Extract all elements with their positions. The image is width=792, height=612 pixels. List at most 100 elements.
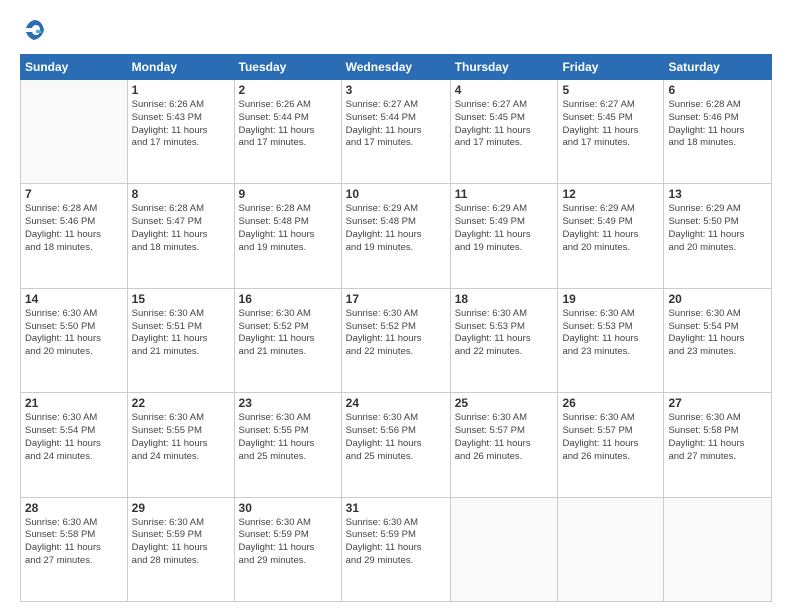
day-number: 20 [668,292,767,306]
table-row: 1 Sunrise: 6:26 AM Sunset: 5:43 PM Daylig… [127,80,234,184]
day-number: 8 [132,187,230,201]
day-info: Sunrise: 6:30 AM Sunset: 5:52 PM Dayligh… [239,308,337,359]
day-number: 26 [562,396,659,410]
day-info: Sunrise: 6:30 AM Sunset: 5:56 PM Dayligh… [346,412,446,463]
day-info: Sunrise: 6:28 AM Sunset: 5:47 PM Dayligh… [132,203,230,254]
table-row: 7 Sunrise: 6:28 AM Sunset: 5:46 PM Daylig… [21,184,128,288]
day-number: 24 [346,396,446,410]
day-info: Sunrise: 6:30 AM Sunset: 5:57 PM Dayligh… [562,412,659,463]
calendar-header: SundayMondayTuesdayWednesdayThursdayFrid… [21,55,772,80]
day-info: Sunrise: 6:30 AM Sunset: 5:53 PM Dayligh… [455,308,554,359]
day-number: 28 [25,501,123,515]
day-info: Sunrise: 6:30 AM Sunset: 5:54 PM Dayligh… [25,412,123,463]
table-row: 9Sunrise: 6:28 AM Sunset: 5:48 PM Daylig… [234,184,341,288]
day-info: Sunrise: 6:28 AM Sunset: 5:48 PM Dayligh… [239,203,337,254]
day-number: 12 [562,187,659,201]
table-row: 23 Sunrise: 6:30 AM Sunset: 5:55 PM Dayli… [234,393,341,497]
table-row: 30 Sunrise: 6:30 AM Sunset: 5:59 PM Dayli… [234,497,341,601]
weekday-header-friday: Friday [558,55,664,80]
table-row: 31Sunrise: 6:30 AM Sunset: 5:59 PM Dayli… [341,497,450,601]
logo-icon [20,16,48,44]
day-info: Sunrise: 6:28 AM Sunset: 5:46 PM Dayligh… [25,203,123,254]
table-row: 16 Sunrise: 6:30 AM Sunset: 5:52 PM Dayli… [234,288,341,392]
day-info: Sunrise: 6:30 AM Sunset: 5:58 PM Dayligh… [25,517,123,568]
table-row: 13Sunrise: 6:29 AM Sunset: 5:50 PM Dayli… [664,184,772,288]
day-number: 2 [239,83,337,97]
day-number: 23 [239,396,337,410]
day-info: Sunrise: 6:26 AM Sunset: 5:43 PM Dayligh… [132,99,230,150]
day-number: 5 [562,83,659,97]
day-info: Sunrise: 6:29 AM Sunset: 5:48 PM Dayligh… [346,203,446,254]
day-info: Sunrise: 6:26 AM Sunset: 5:44 PM Dayligh… [239,99,337,150]
table-row: 19 Sunrise: 6:30 AM Sunset: 5:53 PM Dayli… [558,288,664,392]
calendar-week-2: 14Sunrise: 6:30 AM Sunset: 5:50 PM Dayli… [21,288,772,392]
day-info: Sunrise: 6:30 AM Sunset: 5:54 PM Dayligh… [668,308,767,359]
calendar-week-4: 28 Sunrise: 6:30 AM Sunset: 5:58 PM Dayli… [21,497,772,601]
header [20,16,772,44]
day-info: Sunrise: 6:28 AM Sunset: 5:46 PM Dayligh… [668,99,767,150]
day-info: Sunrise: 6:29 AM Sunset: 5:49 PM Dayligh… [455,203,554,254]
day-number: 3 [346,83,446,97]
table-row: 10 Sunrise: 6:29 AM Sunset: 5:48 PM Dayli… [341,184,450,288]
table-row: 21 Sunrise: 6:30 AM Sunset: 5:54 PM Dayli… [21,393,128,497]
calendar-week-0: 1 Sunrise: 6:26 AM Sunset: 5:43 PM Daylig… [21,80,772,184]
day-info: Sunrise: 6:30 AM Sunset: 5:59 PM Dayligh… [132,517,230,568]
calendar-week-1: 7 Sunrise: 6:28 AM Sunset: 5:46 PM Daylig… [21,184,772,288]
day-info: Sunrise: 6:27 AM Sunset: 5:45 PM Dayligh… [455,99,554,150]
table-row: 12 Sunrise: 6:29 AM Sunset: 5:49 PM Dayli… [558,184,664,288]
day-number: 1 [132,83,230,97]
table-row: 28 Sunrise: 6:30 AM Sunset: 5:58 PM Dayli… [21,497,128,601]
day-info: Sunrise: 6:30 AM Sunset: 5:53 PM Dayligh… [562,308,659,359]
table-row: 5 Sunrise: 6:27 AM Sunset: 5:45 PM Daylig… [558,80,664,184]
table-row: 15Sunrise: 6:30 AM Sunset: 5:51 PM Dayli… [127,288,234,392]
table-row: 24 Sunrise: 6:30 AM Sunset: 5:56 PM Dayli… [341,393,450,497]
weekday-header-thursday: Thursday [450,55,558,80]
logo [20,16,54,44]
day-number: 4 [455,83,554,97]
table-row [664,497,772,601]
weekday-header-monday: Monday [127,55,234,80]
day-number: 16 [239,292,337,306]
day-info: Sunrise: 6:30 AM Sunset: 5:55 PM Dayligh… [132,412,230,463]
day-number: 11 [455,187,554,201]
table-row: 3 Sunrise: 6:27 AM Sunset: 5:44 PM Daylig… [341,80,450,184]
day-info: Sunrise: 6:29 AM Sunset: 5:49 PM Dayligh… [562,203,659,254]
table-row [558,497,664,601]
table-row: 2 Sunrise: 6:26 AM Sunset: 5:44 PM Daylig… [234,80,341,184]
day-info: Sunrise: 6:30 AM Sunset: 5:55 PM Dayligh… [239,412,337,463]
weekday-header-wednesday: Wednesday [341,55,450,80]
calendar: SundayMondayTuesdayWednesdayThursdayFrid… [20,54,772,602]
day-number: 27 [668,396,767,410]
day-number: 29 [132,501,230,515]
table-row: 25Sunrise: 6:30 AM Sunset: 5:57 PM Dayli… [450,393,558,497]
table-row: 14Sunrise: 6:30 AM Sunset: 5:50 PM Dayli… [21,288,128,392]
calendar-week-3: 21 Sunrise: 6:30 AM Sunset: 5:54 PM Dayli… [21,393,772,497]
table-row: 4 Sunrise: 6:27 AM Sunset: 5:45 PM Daylig… [450,80,558,184]
table-row: 20 Sunrise: 6:30 AM Sunset: 5:54 PM Dayli… [664,288,772,392]
weekday-header-tuesday: Tuesday [234,55,341,80]
day-number: 7 [25,187,123,201]
day-number: 30 [239,501,337,515]
day-number: 21 [25,396,123,410]
calendar-body: 1 Sunrise: 6:26 AM Sunset: 5:43 PM Daylig… [21,80,772,602]
day-info: Sunrise: 6:30 AM Sunset: 5:59 PM Dayligh… [239,517,337,568]
day-number: 18 [455,292,554,306]
table-row [21,80,128,184]
day-info: Sunrise: 6:27 AM Sunset: 5:44 PM Dayligh… [346,99,446,150]
day-number: 19 [562,292,659,306]
table-row: 18 Sunrise: 6:30 AM Sunset: 5:53 PM Dayli… [450,288,558,392]
table-row: 6Sunrise: 6:28 AM Sunset: 5:46 PM Daylig… [664,80,772,184]
day-info: Sunrise: 6:30 AM Sunset: 5:50 PM Dayligh… [25,308,123,359]
day-info: Sunrise: 6:30 AM Sunset: 5:57 PM Dayligh… [455,412,554,463]
table-row: 11 Sunrise: 6:29 AM Sunset: 5:49 PM Dayli… [450,184,558,288]
page: SundayMondayTuesdayWednesdayThursdayFrid… [0,0,792,612]
weekday-header-sunday: Sunday [21,55,128,80]
day-info: Sunrise: 6:30 AM Sunset: 5:59 PM Dayligh… [346,517,446,568]
day-info: Sunrise: 6:30 AM Sunset: 5:58 PM Dayligh… [668,412,767,463]
table-row: 8 Sunrise: 6:28 AM Sunset: 5:47 PM Daylig… [127,184,234,288]
day-number: 10 [346,187,446,201]
day-info: Sunrise: 6:27 AM Sunset: 5:45 PM Dayligh… [562,99,659,150]
day-info: Sunrise: 6:29 AM Sunset: 5:50 PM Dayligh… [668,203,767,254]
table-row [450,497,558,601]
table-row: 29 Sunrise: 6:30 AM Sunset: 5:59 PM Dayli… [127,497,234,601]
